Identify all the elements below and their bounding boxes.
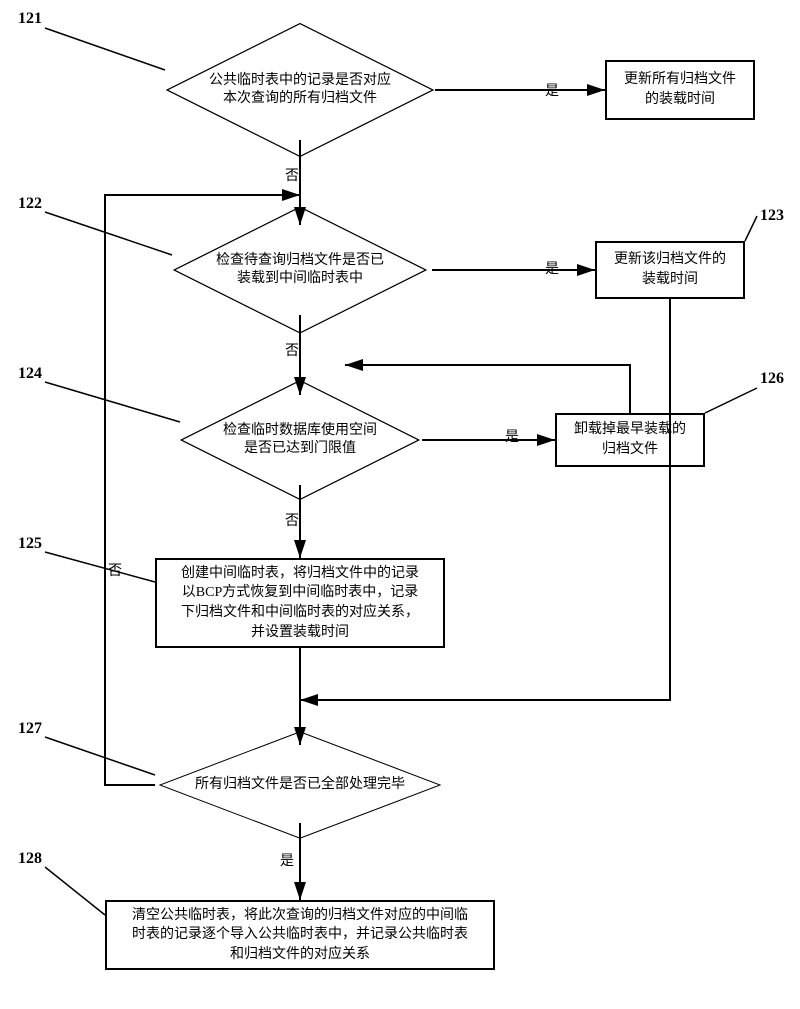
process-123-text: 更新该归档文件的装载时间	[614, 250, 726, 289]
label-128: 128	[18, 850, 42, 868]
edge-122-no: 否	[285, 340, 299, 360]
decision-122-text: 检查待查询归档文件是否已装载到中间临时表中	[216, 252, 384, 288]
process-128-text: 清空公共临时表，将此次查询的归档文件对应的中间临时表的记录逐个导入公共临时表中，…	[132, 906, 468, 965]
process-128: 清空公共临时表，将此次查询的归档文件对应的中间临时表的记录逐个导入公共临时表中，…	[105, 900, 495, 970]
decision-127-text: 所有归档文件是否已全部处理完毕	[195, 776, 405, 794]
decision-124: 检查临时数据库使用空间是否已达到门限值	[175, 395, 425, 485]
process-125: 创建中间临时表，将归档文件中的记录以BCP方式恢复到中间临时表中，记录下归档文件…	[155, 558, 445, 648]
label-126: 126	[760, 370, 784, 388]
edge-121-yes: 是	[545, 80, 559, 100]
decision-124-text: 检查临时数据库使用空间是否已达到门限值	[223, 422, 377, 458]
decision-127: 所有归档文件是否已全部处理完毕	[130, 745, 470, 825]
edge-124-no: 否	[285, 510, 299, 530]
edge-127-no: 否	[108, 560, 122, 580]
decision-121: 公共临时表中的记录是否对应本次查询的所有归档文件	[165, 40, 435, 140]
label-121: 121	[18, 10, 42, 28]
edge-124-yes: 是	[505, 426, 519, 446]
process-126: 卸载掉最早装载的归档文件	[555, 413, 705, 467]
label-123: 123	[760, 207, 784, 225]
decision-121-text: 公共临时表中的记录是否对应本次查询的所有归档文件	[209, 72, 391, 108]
process-123: 更新该归档文件的装载时间	[595, 241, 745, 299]
edge-121-no: 否	[285, 165, 299, 185]
process-126-text: 卸载掉最早装载的归档文件	[574, 420, 686, 459]
process-125-text: 创建中间临时表，将归档文件中的记录以BCP方式恢复到中间临时表中，记录下归档文件…	[181, 564, 419, 642]
edge-122-yes: 是	[545, 258, 559, 278]
process-121r-text: 更新所有归档文件的装载时间	[624, 70, 736, 109]
label-125: 125	[18, 535, 42, 553]
edge-127-yes: 是	[280, 850, 294, 870]
label-122: 122	[18, 195, 42, 213]
flowchart-connectors	[0, 0, 800, 1009]
process-121r: 更新所有归档文件的装载时间	[605, 60, 755, 120]
label-127: 127	[18, 720, 42, 738]
decision-122: 检查待查询归档文件是否已装载到中间临时表中	[165, 225, 435, 315]
label-124: 124	[18, 365, 42, 383]
